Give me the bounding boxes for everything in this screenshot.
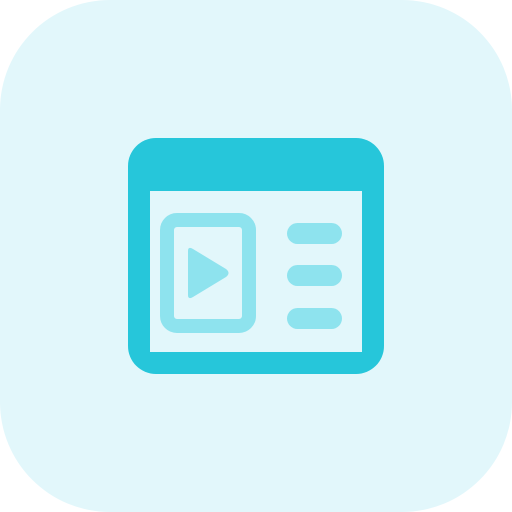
video-player-browser-window-icon [128, 138, 384, 374]
text-line-2 [287, 265, 342, 286]
text-line-3 [287, 308, 342, 329]
text-line-1 [287, 223, 342, 244]
app-icon-tile[interactable] [0, 0, 512, 512]
